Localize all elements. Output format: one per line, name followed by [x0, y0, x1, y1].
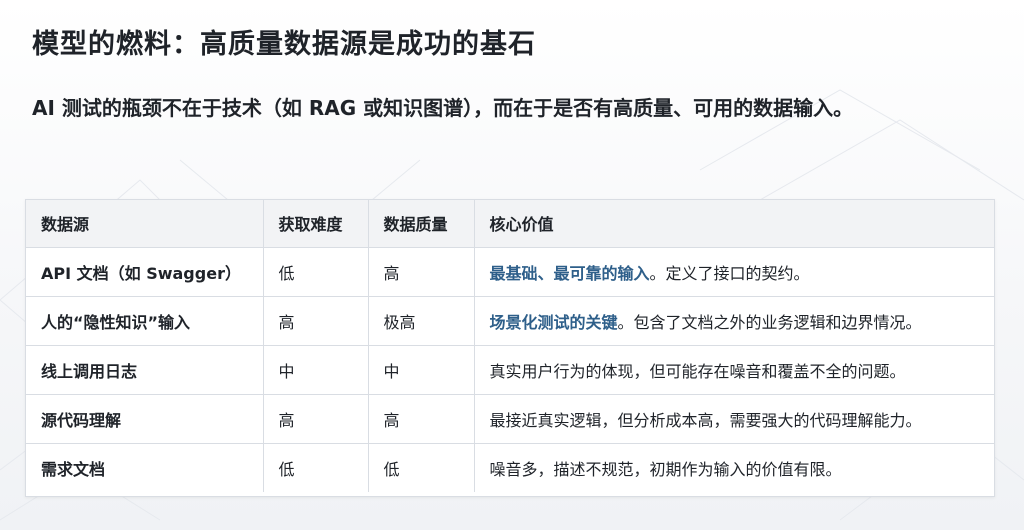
- value-text: 。包含了文档之外的业务逻辑和边界情况。: [617, 312, 922, 332]
- cell-source: 线上调用日志: [26, 345, 264, 395]
- header-data-source: 数据源: [26, 200, 264, 248]
- data-source-table: 数据源 获取难度 数据质量 核心价值 API 文档（如 Swagger） 低 高…: [25, 199, 995, 497]
- cell-source: 需求文档: [26, 443, 264, 492]
- value-text: 真实用户行为的体现，但可能存在噪音和覆盖不全的问题。: [489, 361, 906, 381]
- cell-value: 真实用户行为的体现，但可能存在噪音和覆盖不全的问题。: [474, 345, 994, 395]
- cell-source: API 文档（如 Swagger）: [26, 247, 264, 297]
- table-row: 线上调用日志 中 中 真实用户行为的体现，但可能存在噪音和覆盖不全的问题。: [26, 345, 994, 395]
- value-text: 最接近真实逻辑，但分析成本高，需要强大的代码理解能力。: [489, 410, 922, 430]
- cell-source: 人的“隐性知识”输入: [26, 296, 264, 346]
- cell-difficulty: 高: [263, 394, 369, 444]
- header-quality: 数据质量: [368, 200, 475, 248]
- cell-value: 场景化测试的关键。包含了文档之外的业务逻辑和边界情况。: [474, 296, 994, 346]
- table-row: API 文档（如 Swagger） 低 高 最基础、最可靠的输入。定义了接口的契…: [26, 247, 994, 297]
- cell-difficulty: 低: [263, 443, 369, 492]
- value-highlight: 最基础、最可靠的输入: [489, 263, 650, 283]
- table-header-row: 数据源 获取难度 数据质量 核心价值: [26, 200, 994, 248]
- value-highlight: 场景化测试的关键: [489, 312, 618, 332]
- header-core-value: 核心价值: [474, 200, 994, 248]
- value-text: 。定义了接口的契约。: [649, 263, 810, 283]
- cell-quality: 极高: [368, 296, 475, 346]
- header-difficulty: 获取难度: [263, 200, 369, 248]
- table-row: 需求文档 低 低 噪音多，描述不规范，初期作为输入的价值有限。: [26, 443, 994, 492]
- page-title: 模型的燃料：高质量数据源是成功的基石: [32, 29, 536, 60]
- table-row: 人的“隐性知识”输入 高 极高 场景化测试的关键。包含了文档之外的业务逻辑和边界…: [26, 296, 994, 346]
- cell-value: 最接近真实逻辑，但分析成本高，需要强大的代码理解能力。: [474, 394, 994, 444]
- cell-value: 噪音多，描述不规范，初期作为输入的价值有限。: [474, 443, 994, 492]
- cell-difficulty: 高: [263, 296, 369, 346]
- cell-quality: 中: [368, 345, 475, 395]
- cell-source: 源代码理解: [26, 394, 264, 444]
- cell-difficulty: 中: [263, 345, 369, 395]
- table-row: 源代码理解 高 高 最接近真实逻辑，但分析成本高，需要强大的代码理解能力。: [26, 394, 994, 444]
- cell-quality: 低: [368, 443, 475, 492]
- cell-quality: 高: [368, 247, 475, 297]
- page-subtitle: AI 测试的瓶颈不在于技术（如 RAG 或知识图谱），而在于是否有高质量、可用的…: [32, 96, 854, 120]
- cell-quality: 高: [368, 394, 475, 444]
- cell-difficulty: 低: [263, 247, 369, 297]
- value-text: 噪音多，描述不规范，初期作为输入的价值有限。: [489, 459, 842, 479]
- cell-value: 最基础、最可靠的输入。定义了接口的契约。: [474, 247, 994, 297]
